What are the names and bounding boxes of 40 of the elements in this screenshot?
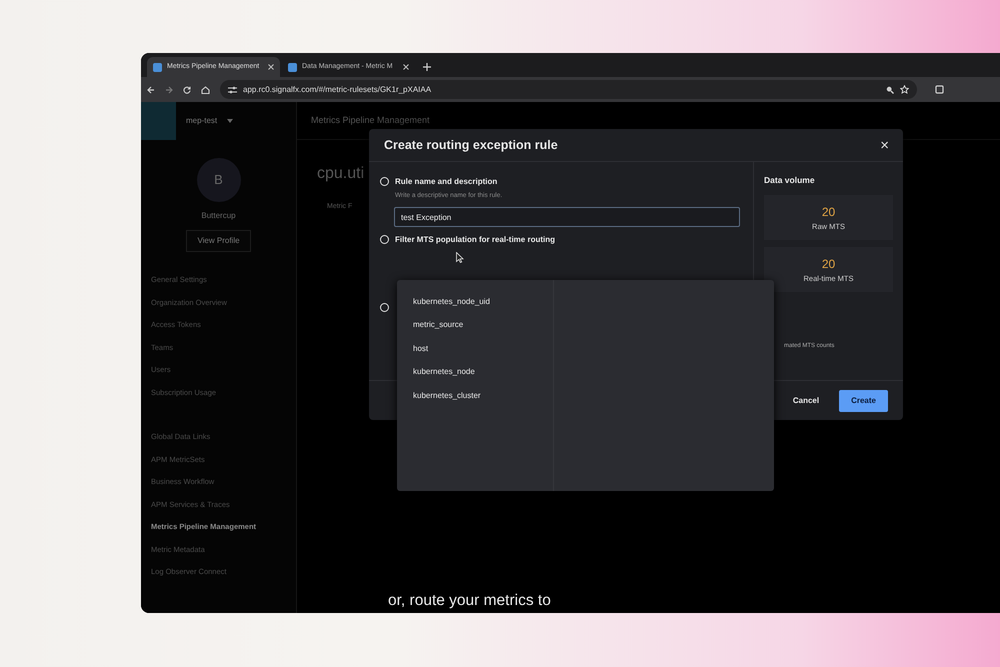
favicon-icon — [288, 62, 297, 72]
name-input-field[interactable]: test Exception — [394, 207, 740, 228]
close-icon[interactable] — [403, 64, 409, 70]
extensions-icon[interactable] — [935, 85, 944, 94]
cancel-button[interactable]: Cancel — [786, 394, 826, 408]
back-icon[interactable] — [147, 86, 155, 94]
metric-title: cpu.uti — [317, 165, 364, 182]
step-title: Rule name and description — [395, 176, 498, 188]
video-caption: or, route your metrics to — [388, 591, 551, 611]
dropdown-option[interactable]: kubernetes_node_uid — [397, 290, 553, 314]
url-text[interactable]: app.rc0.signalfx.com/#/metric-rulesets/GK1r_pXAIAA — [243, 84, 432, 96]
org-selector[interactable]: mep-test — [186, 115, 218, 127]
radio-button[interactable] — [380, 177, 389, 186]
dropdown-option[interactable]: kubernetes_cluster — [397, 384, 553, 408]
reload-icon[interactable] — [183, 86, 191, 94]
profile-name: Buttercup — [200, 210, 237, 222]
dropdown-option[interactable]: kubernetes_node — [397, 360, 553, 384]
radio-button[interactable] — [380, 302, 389, 312]
close-button[interactable]: × — [878, 138, 891, 152]
dropdown-option[interactable]: metric_source — [397, 314, 553, 337]
stat-value: 20 — [820, 256, 836, 273]
stat-value: 20 — [820, 204, 836, 221]
mouse-pointer-icon — [456, 252, 464, 263]
favicon-icon — [153, 62, 162, 72]
new-tab-icon[interactable] — [423, 63, 431, 71]
caret-icon[interactable] — [227, 119, 234, 123]
forward-icon[interactable] — [165, 86, 173, 94]
avatar: B — [196, 158, 240, 202]
dropdown-option[interactable]: host — [397, 337, 553, 360]
close-icon[interactable] — [268, 64, 274, 70]
step-title: Filter MTS population for real-time routing — [395, 234, 555, 246]
star-icon[interactable] — [900, 85, 909, 94]
zoom-icon[interactable] — [886, 86, 894, 94]
data-volume-title: Data volume — [764, 174, 816, 187]
dialog-title: Create routing exception rule — [384, 138, 558, 152]
home-icon[interactable] — [201, 86, 210, 94]
view-profile-button[interactable]: View Profile — [186, 230, 251, 252]
create-button[interactable]: Create — [839, 390, 888, 412]
radio-button[interactable] — [380, 234, 389, 244]
site-settings-icon[interactable] — [228, 86, 237, 94]
